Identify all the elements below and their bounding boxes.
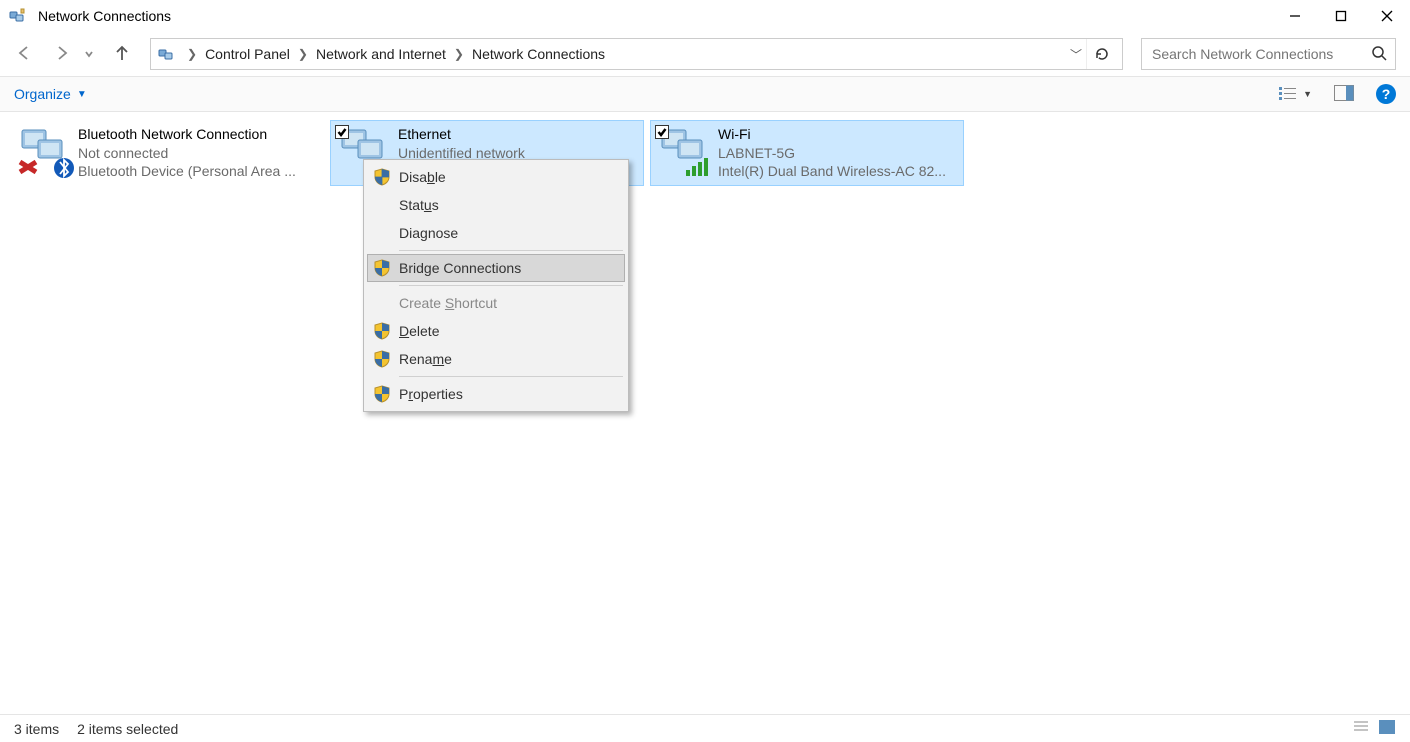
- chevron-right-icon[interactable]: ❯: [454, 47, 464, 61]
- selection-checkbox[interactable]: [335, 125, 349, 139]
- search-input[interactable]: [1150, 45, 1371, 63]
- navigation-row: ❯ Control Panel ❯ Network and Internet ❯…: [0, 32, 1410, 76]
- maximize-button[interactable]: [1318, 0, 1364, 32]
- connection-status: Not connected: [78, 144, 296, 163]
- context-menu-item-status[interactable]: Status: [367, 191, 625, 219]
- breadcrumb-item-2[interactable]: Network and Internet: [316, 46, 446, 62]
- network-adapter-icon: [16, 124, 78, 180]
- connection-name: Wi-Fi: [718, 125, 946, 144]
- selection-checkbox[interactable]: [655, 125, 669, 139]
- uac-shield-icon: [373, 350, 391, 368]
- breadcrumb-item-3[interactable]: Network Connections: [472, 46, 605, 62]
- close-button[interactable]: [1364, 0, 1410, 32]
- connection-device: Bluetooth Device (Personal Area ...: [78, 162, 296, 181]
- window-title: Network Connections: [38, 8, 171, 24]
- nav-back-button[interactable]: [14, 43, 34, 66]
- context-menu-item-rename[interactable]: Rename: [367, 345, 625, 373]
- chevron-down-icon: ▼: [77, 89, 87, 100]
- app-icon: [8, 6, 28, 26]
- context-menu-item-properties[interactable]: Properties: [367, 380, 625, 408]
- uac-shield-icon: [373, 259, 391, 277]
- connection-name: Bluetooth Network Connection: [78, 125, 296, 144]
- nav-forward-button[interactable]: [52, 43, 72, 66]
- search-icon[interactable]: [1371, 45, 1387, 64]
- nav-up-button[interactable]: [112, 43, 132, 66]
- preview-pane-button[interactable]: [1334, 85, 1354, 104]
- connection-item-wifi[interactable]: Wi-Fi LABNET-5G Intel(R) Dual Band Wirel…: [650, 120, 964, 186]
- context-menu: Disable Status Diagnose Bridge Connectio…: [363, 159, 629, 412]
- details-view-button[interactable]: [1352, 719, 1370, 738]
- organize-button[interactable]: Organize ▼: [14, 86, 87, 102]
- organize-label: Organize: [14, 86, 71, 102]
- command-bar: Organize ▼ ▼ ?: [0, 76, 1410, 112]
- context-menu-item-bridge-connections[interactable]: Bridge Connections: [367, 254, 625, 282]
- view-mode-button[interactable]: ▼: [1279, 86, 1312, 102]
- content-area: Bluetooth Network Connection Not connect…: [0, 112, 1410, 714]
- context-menu-separator: [399, 376, 623, 377]
- uac-shield-icon: [373, 322, 391, 340]
- item-count: 3 items: [14, 721, 59, 737]
- refresh-button[interactable]: [1086, 39, 1116, 69]
- connection-device: Intel(R) Dual Band Wireless-AC 82...: [718, 162, 946, 181]
- uac-shield-icon: [373, 385, 391, 403]
- context-menu-item-delete[interactable]: Delete: [367, 317, 625, 345]
- uac-shield-icon: [373, 168, 391, 186]
- context-menu-item-create-shortcut: Create Shortcut: [367, 289, 625, 317]
- context-menu-separator: [399, 285, 623, 286]
- connection-status: LABNET-5G: [718, 144, 946, 163]
- location-icon: [157, 44, 177, 64]
- search-box[interactable]: [1141, 38, 1396, 70]
- address-bar[interactable]: ❯ Control Panel ❯ Network and Internet ❯…: [150, 38, 1123, 70]
- breadcrumb-item-1[interactable]: Control Panel: [205, 46, 290, 62]
- context-menu-item-disable[interactable]: Disable: [367, 163, 625, 191]
- status-bar: 3 items 2 items selected: [0, 714, 1410, 742]
- minimize-button[interactable]: [1272, 0, 1318, 32]
- nav-history-dropdown[interactable]: [84, 46, 94, 62]
- chevron-right-icon[interactable]: ❯: [187, 47, 197, 61]
- title-bar: Network Connections: [0, 0, 1410, 32]
- context-menu-item-diagnose[interactable]: Diagnose: [367, 219, 625, 247]
- large-icons-view-button[interactable]: [1378, 719, 1396, 738]
- connection-name: Ethernet: [398, 125, 525, 144]
- chevron-down-icon: ▼: [1303, 89, 1312, 99]
- context-menu-separator: [399, 250, 623, 251]
- connection-item-bluetooth[interactable]: Bluetooth Network Connection Not connect…: [10, 120, 324, 186]
- address-dropdown-button[interactable]: ﹀: [1070, 46, 1082, 63]
- chevron-right-icon[interactable]: ❯: [298, 47, 308, 61]
- help-button[interactable]: ?: [1376, 84, 1396, 104]
- selection-count: 2 items selected: [77, 721, 178, 737]
